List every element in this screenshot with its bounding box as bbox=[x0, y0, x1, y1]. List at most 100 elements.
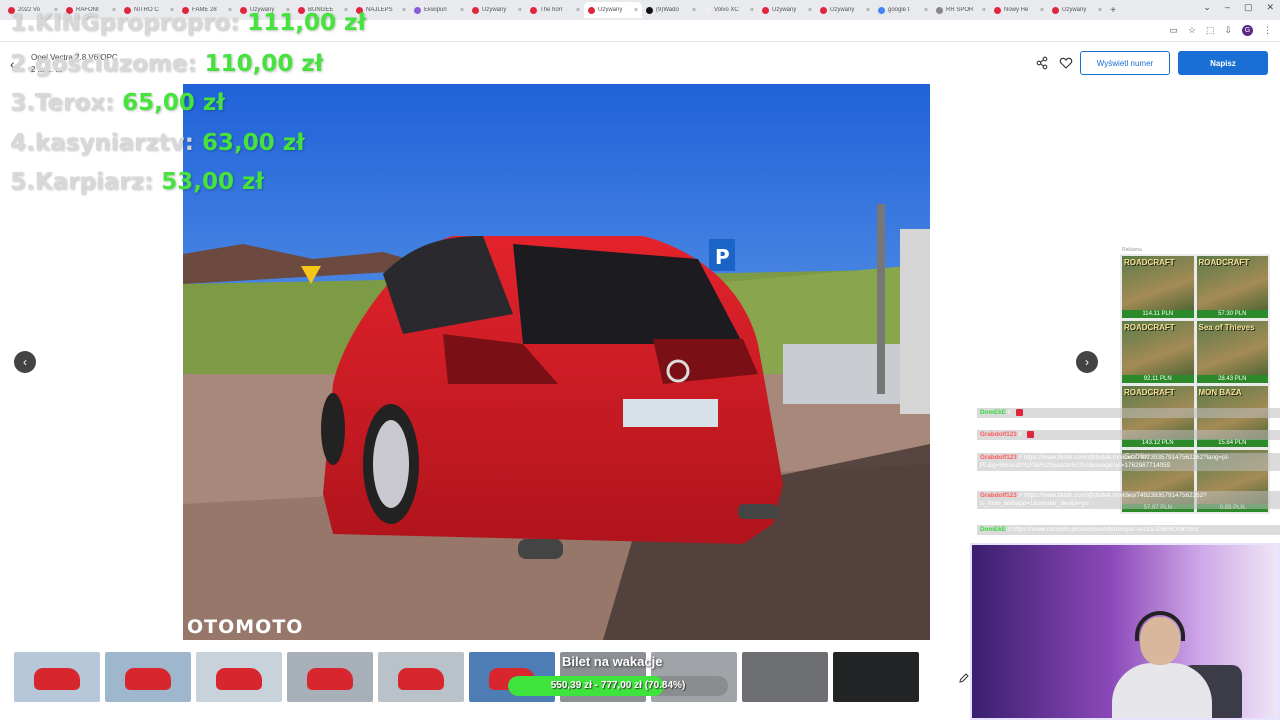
browser-tab[interactable]: google t × bbox=[874, 2, 932, 18]
chat-separator: // bbox=[1016, 454, 1024, 461]
show-number-button[interactable]: Wyświetl numer bbox=[1080, 51, 1170, 75]
goal-percent: (70.84%) bbox=[644, 680, 686, 691]
streamer-body bbox=[1112, 663, 1212, 718]
tab-search-icon[interactable]: ⌄ bbox=[1203, 2, 1211, 13]
pencil-icon[interactable] bbox=[958, 672, 970, 684]
browser-tab[interactable]: RR SPOR × bbox=[932, 2, 990, 18]
tab-label: Ekwipun bbox=[424, 7, 447, 13]
tab-label: Używany bbox=[772, 7, 797, 13]
ad-label: Reklama bbox=[1122, 247, 1142, 253]
next-photo-button[interactable]: › bbox=[1076, 351, 1098, 373]
goal-progress-text: 550,39 zł - 777,00 zł (70.84%) bbox=[508, 676, 728, 696]
game-ad-tile[interactable]: ROADCRAFT 57.30 PLN bbox=[1196, 256, 1268, 318]
tab-close-icon[interactable]: × bbox=[692, 7, 696, 14]
tab-close-icon[interactable]: × bbox=[576, 7, 580, 14]
chat-separator: // bbox=[1016, 431, 1024, 439]
screen: 2022 Vo × RAFONI × NITRO C × FAME 28 × Używany × B… bbox=[0, 0, 1280, 720]
tab-close-icon[interactable]: × bbox=[1040, 7, 1044, 14]
tab-close-icon[interactable]: × bbox=[866, 7, 870, 14]
photo-thumbnail[interactable] bbox=[287, 652, 373, 702]
tab-label: Nowy He bbox=[1004, 7, 1029, 13]
ad-game-name: ROADCRAFT bbox=[1124, 258, 1175, 267]
game-ad-tile[interactable]: ROADCRAFT 92.11 PLN bbox=[1122, 320, 1194, 383]
chat-username: Grabdolf123 bbox=[980, 454, 1017, 461]
browser-tab[interactable]: Volvo XC × bbox=[700, 2, 758, 18]
ad-price: 92.11 PLN bbox=[1122, 374, 1194, 383]
tab-close-icon[interactable]: × bbox=[1098, 7, 1102, 14]
close-window-button[interactable]: ✕ bbox=[1266, 2, 1274, 13]
chevron-right-icon: › bbox=[1085, 355, 1089, 369]
browser-tab[interactable]: Ekwipun × bbox=[410, 2, 468, 18]
maximize-button[interactable]: ▢ bbox=[1244, 2, 1253, 13]
tab-label: Używany bbox=[1062, 7, 1087, 13]
browser-menu-icon[interactable]: ⋮ bbox=[1263, 25, 1272, 36]
game-ad-tile[interactable]: ROADCRAFT 114.11 PLN bbox=[1122, 256, 1194, 318]
leaderboard-row: 5.Karpiarz: 53,00 zł bbox=[10, 169, 264, 195]
write-message-button[interactable]: Napisz bbox=[1178, 51, 1268, 75]
tab-close-icon[interactable]: × bbox=[460, 7, 464, 14]
ad-game-name: ROADCRAFT bbox=[1124, 322, 1175, 332]
tab-favicon-icon bbox=[994, 6, 1001, 14]
tab-close-icon[interactable]: × bbox=[402, 7, 406, 14]
ad-game-name: Sea of Thieves bbox=[1198, 322, 1255, 332]
photo-thumbnail[interactable] bbox=[833, 652, 919, 702]
tab-close-icon[interactable]: × bbox=[924, 7, 928, 14]
toolbar-icons: ▭ ☆ ⬚ ⇩ G ⋮ bbox=[1169, 25, 1272, 36]
browser-tab[interactable]: Używany × bbox=[584, 2, 642, 18]
downloads-icon[interactable]: ⇩ bbox=[1224, 25, 1232, 36]
favorite-heart-icon[interactable] bbox=[1059, 56, 1073, 70]
leaderboard-name: 2.gościuzome: bbox=[10, 51, 197, 77]
streamer-webcam bbox=[970, 543, 1280, 720]
thumbnail-car-image bbox=[125, 668, 171, 690]
goal-progress-bar: 550,39 zł - 777,00 zł (70.84%) bbox=[508, 676, 728, 696]
browser-tab[interactable]: Używany × bbox=[1048, 2, 1106, 18]
chat-message: Grabdolf123 // https://www.tiktok.com/@d… bbox=[977, 453, 1280, 471]
leaderboard-amount: 53,00 zł bbox=[161, 169, 264, 195]
share-icon[interactable] bbox=[1035, 56, 1049, 70]
leaderboard-row: 2.gościuzome: 110,00 zł bbox=[10, 51, 323, 77]
leaderboard-name: 5.Karpiarz: bbox=[10, 169, 154, 195]
chat-separator: // bbox=[1005, 409, 1013, 417]
extensions-icon[interactable]: ⬚ bbox=[1206, 25, 1215, 36]
tab-close-icon[interactable]: × bbox=[808, 7, 812, 14]
tab-favicon-icon bbox=[646, 6, 653, 14]
minimize-button[interactable]: – bbox=[1225, 2, 1230, 13]
otomoto-watermark: OTOMOTO bbox=[187, 616, 304, 638]
browser-tab[interactable]: Nowy He × bbox=[990, 2, 1048, 18]
browser-tab[interactable]: The horr × bbox=[526, 2, 584, 18]
new-tab-button[interactable]: + bbox=[1106, 5, 1120, 16]
photo-thumbnail[interactable] bbox=[105, 652, 191, 702]
tab-label: The horr bbox=[540, 7, 563, 13]
tab-favicon-icon bbox=[1052, 6, 1059, 14]
tab-favicon-icon bbox=[762, 6, 769, 14]
chat-separator: // bbox=[1016, 492, 1024, 499]
browser-tab[interactable]: Używany × bbox=[816, 2, 874, 18]
ad-price: 57.30 PLN bbox=[1196, 309, 1268, 318]
chat-message: DomEkE // https://www.otomoto.pl/osobowe… bbox=[977, 525, 1280, 535]
browser-tab[interactable]: Używany × bbox=[468, 2, 526, 18]
game-ad-tile[interactable]: Sea of Thieves 28.43 PLN bbox=[1196, 320, 1268, 383]
window-controls: ⌄ – ▢ ✕ bbox=[1203, 2, 1274, 13]
tab-label: (9)Wado bbox=[656, 7, 679, 13]
tab-close-icon[interactable]: × bbox=[518, 7, 522, 14]
tab-label: Volvo XC bbox=[714, 7, 739, 13]
photo-thumbnail[interactable] bbox=[742, 652, 828, 702]
tab-close-icon[interactable]: × bbox=[982, 7, 986, 14]
screen-cast-icon[interactable]: ▭ bbox=[1169, 25, 1178, 36]
photo-thumbnail[interactable] bbox=[378, 652, 464, 702]
browser-tab[interactable]: (9)Wado × bbox=[642, 2, 700, 18]
profile-avatar[interactable]: G bbox=[1242, 25, 1253, 36]
tab-close-icon[interactable]: × bbox=[750, 7, 754, 14]
thumbnail-car-image bbox=[216, 668, 262, 690]
ad-game-name: MON BAZA bbox=[1198, 387, 1242, 397]
stream-chat: DomEkE // Grabdolf123 // Grabdolf123 // … bbox=[977, 408, 1280, 542]
photo-thumbnail[interactable] bbox=[196, 652, 282, 702]
tab-close-icon[interactable]: × bbox=[634, 7, 638, 14]
chat-username: DomEkE bbox=[980, 526, 1006, 533]
main-car-photo[interactable]: P OTOMOTO bbox=[183, 84, 930, 640]
photo-thumbnail[interactable] bbox=[14, 652, 100, 702]
bookmark-star-icon[interactable]: ☆ bbox=[1188, 25, 1196, 36]
previous-photo-button[interactable]: ‹ bbox=[14, 351, 36, 373]
ad-game-name: ROADCRAFT bbox=[1198, 258, 1250, 267]
browser-tab[interactable]: Używany × bbox=[758, 2, 816, 18]
